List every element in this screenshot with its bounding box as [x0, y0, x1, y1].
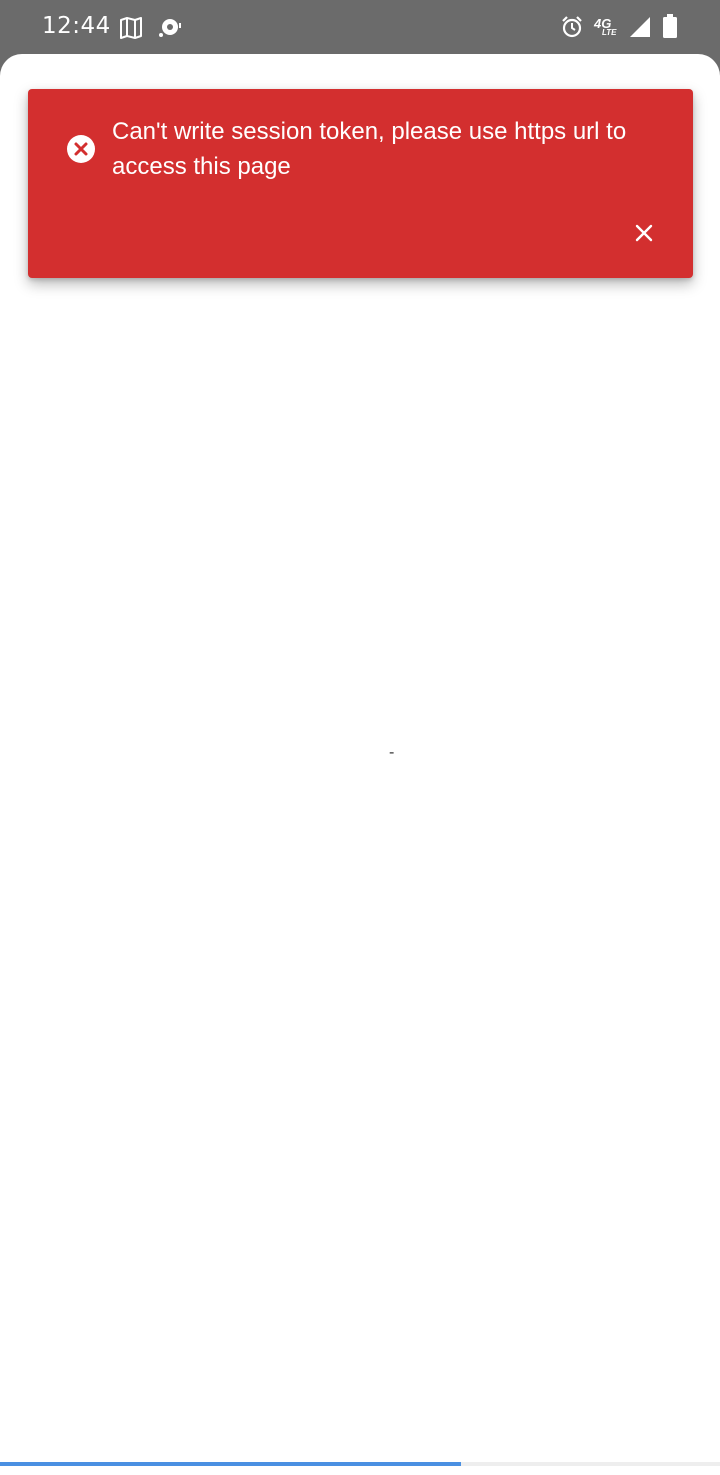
- progress-fill: [0, 1462, 461, 1466]
- alarm-icon: [562, 16, 582, 38]
- toast-message: Can't write session token, please use ht…: [112, 118, 627, 180]
- signal-icon: [630, 17, 650, 37]
- map-icon: [120, 17, 142, 39]
- network-4g-lte-icon: 4G LTE: [594, 14, 624, 40]
- close-icon[interactable]: [631, 220, 657, 246]
- network-sub: LTE: [602, 28, 617, 37]
- content-placeholder: -: [389, 744, 395, 761]
- cast-icon: [159, 19, 181, 38]
- loading-progress-bar: [0, 1462, 720, 1466]
- error-toast: Can't write session token, please use ht…: [28, 89, 693, 278]
- status-time: 12:44: [42, 13, 111, 39]
- status-bar: 12:44 4G LTE: [0, 0, 720, 54]
- error-circle-icon: [67, 135, 95, 163]
- battery-icon: [663, 14, 677, 38]
